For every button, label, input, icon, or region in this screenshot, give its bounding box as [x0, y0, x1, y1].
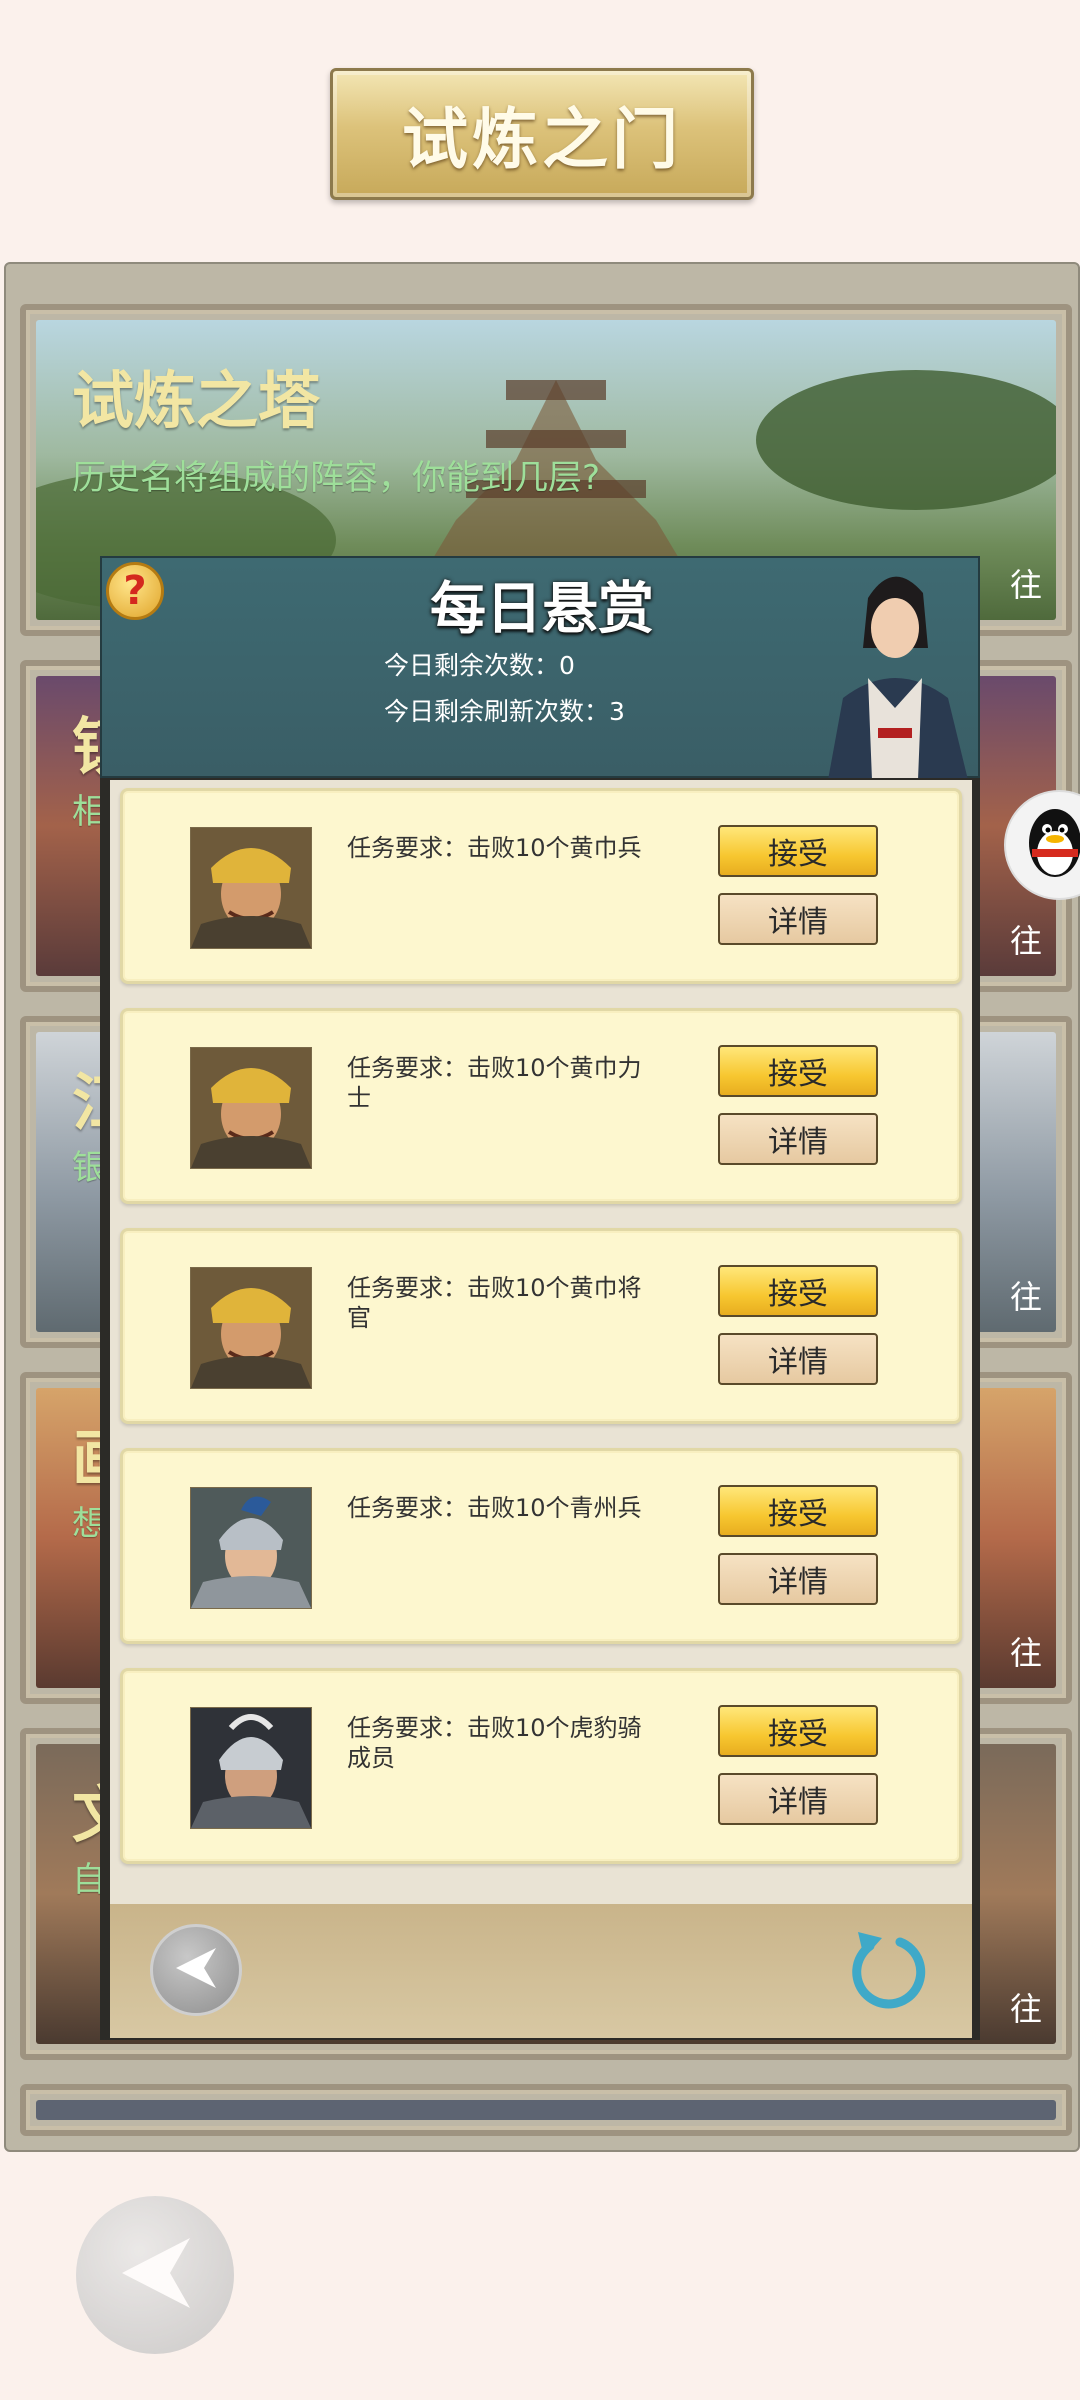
enemy-avatar: [190, 1047, 312, 1169]
enemy-avatar: [190, 827, 312, 949]
detail-button[interactable]: 详情: [718, 1773, 878, 1825]
enemy-avatar: [190, 1707, 312, 1829]
accept-button[interactable]: 接受: [718, 825, 878, 877]
page-title-banner: 试炼之门: [330, 68, 754, 200]
daily-bounty-dialog: ? 每日悬赏 今日剩余次数：0 今日剩余刷新次数：3 任务要求：击败10个黄巾兵…: [100, 556, 980, 2040]
page-title: 试炼之门: [402, 101, 682, 178]
accept-button[interactable]: 接受: [718, 1045, 878, 1097]
detail-button[interactable]: 详情: [718, 1333, 878, 1385]
detail-button[interactable]: 详情: [718, 893, 878, 945]
task-item: 任务要求：击败10个虎豹骑成员 接受 详情: [120, 1668, 962, 1864]
refresh-icon: [852, 1932, 932, 2018]
task-item: 任务要求：击败10个黄巾力士 接受 详情: [120, 1008, 962, 1204]
card-go-label: 往: [1009, 566, 1042, 604]
task-requirement: 任务要求：击败10个黄巾兵: [347, 834, 642, 862]
detail-button[interactable]: 详情: [718, 1113, 878, 1165]
enemy-avatar: [190, 1267, 312, 1389]
dialog-body: 任务要求：击败10个黄巾兵 接受 详情 任务要求：击败10个黄巾力士 接受 详情: [100, 778, 980, 2040]
task-requirement: 任务要求：击败10个青州兵: [347, 1494, 642, 1522]
dialog-back-button[interactable]: [150, 1924, 242, 2016]
task-requirement: 任务要求：击败10个黄巾力士: [347, 1054, 642, 1112]
dialog-header: ? 每日悬赏 今日剩余次数：0 今日剩余刷新次数：3: [100, 556, 980, 780]
accept-button[interactable]: 接受: [718, 1705, 878, 1757]
card-go-label: 往: [1009, 1990, 1042, 2028]
card-go-label: 往: [1009, 1634, 1042, 1672]
task-item: 任务要求：击败10个黄巾兵 接受 详情: [120, 788, 962, 984]
heroine-portrait: [808, 558, 978, 780]
task-list[interactable]: 任务要求：击败10个黄巾兵 接受 详情 任务要求：击败10个黄巾力士 接受 详情: [110, 780, 972, 1904]
card-go-label: 往: [1009, 1278, 1042, 1316]
enemy-avatar: [190, 1487, 312, 1609]
card-scene-image: [36, 2100, 1056, 2120]
card-go-label: 往: [1009, 922, 1042, 960]
card-subtitle: 历史名将组成的阵容，你能到几层?: [72, 458, 601, 498]
task-requirement: 任务要求：击败10个虎豹骑成员: [347, 1714, 642, 1772]
arrow-left-icon: [170, 1942, 222, 1998]
task-requirement: 任务要求：击败10个黄巾将官: [347, 1274, 642, 1332]
remaining-refresh-count: 今日剩余刷新次数：3: [384, 697, 625, 726]
card-title: 试炼之塔: [72, 364, 321, 437]
dialog-footer: [110, 1904, 972, 2038]
page-back-button[interactable]: [76, 2196, 234, 2354]
detail-button[interactable]: 详情: [718, 1553, 878, 1605]
remaining-count: 今日剩余次数：0: [384, 651, 575, 680]
task-item: 任务要求：击败10个黄巾将官 接受 详情: [120, 1228, 962, 1424]
accept-button[interactable]: 接受: [718, 1485, 878, 1537]
mode-card-6[interactable]: [20, 2084, 1072, 2136]
qq-penguin-icon: [1024, 803, 1080, 887]
refresh-button[interactable]: [852, 1926, 932, 2014]
accept-button[interactable]: 接受: [718, 1265, 878, 1317]
task-item: 任务要求：击败10个青州兵 接受 详情: [120, 1448, 962, 1644]
arrow-left-icon: [110, 2228, 200, 2322]
